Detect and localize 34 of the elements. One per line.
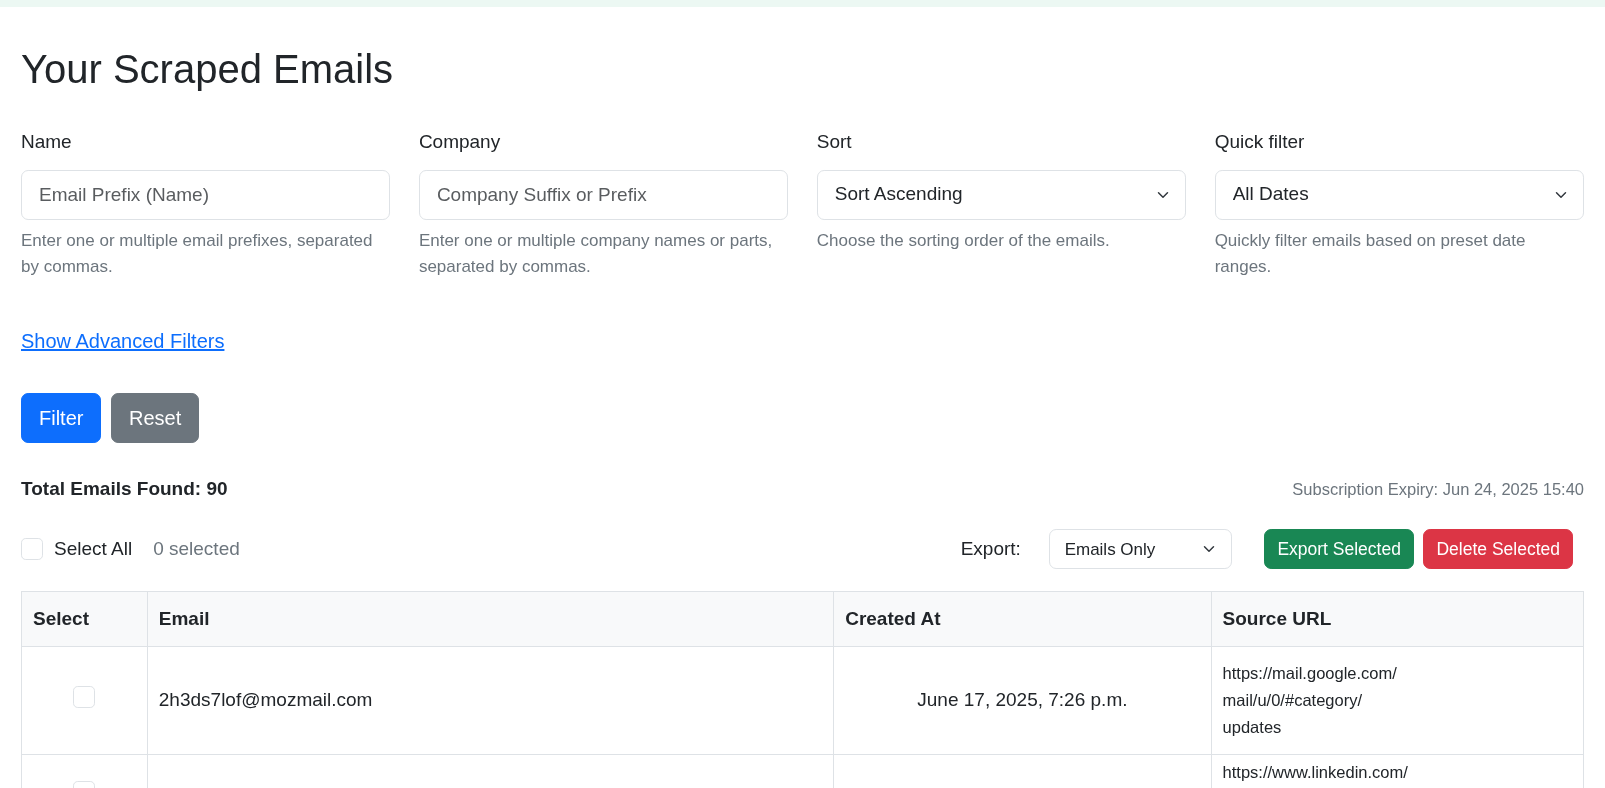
export-selected-button[interactable]: Export Selected	[1264, 529, 1414, 570]
page-title: Your Scraped Emails	[21, 46, 395, 93]
text-field[interactable]: Company Suffix or Prefix	[418, 169, 789, 220]
field-label: Name	[21, 130, 73, 154]
help-text: Choose the sorting order of the emails.	[816, 229, 1111, 252]
select-all-label: Select All	[54, 536, 133, 561]
show-advanced-filters-link[interactable]: Show Advanced Filters	[21, 330, 225, 353]
reset-button[interactable]: Reset	[110, 392, 200, 443]
help-text: Enter one or multiple company names or parts, separated by commas.	[418, 229, 774, 278]
dropdown-select[interactable]: Sort Ascending	[816, 169, 1187, 220]
delete-selected-button[interactable]: Delete Selected	[1423, 529, 1573, 570]
row-checkbox[interactable]	[73, 686, 96, 709]
text-field[interactable]: Email Prefix (Name)	[21, 169, 391, 220]
source-url: https://mail.google.com/ mail/u/0/#category/ updates	[1222, 662, 1398, 739]
export-label: Export:	[960, 536, 1021, 561]
subscription-expiry: Subscription Expiry: Jun 24, 2025 15:40	[1292, 478, 1584, 500]
column-header: Email	[147, 591, 834, 647]
total-count: Total Emails Found: 90	[21, 476, 228, 501]
column-header: Source URL	[1211, 591, 1584, 647]
column-header: Select	[21, 591, 148, 647]
email-text: 2h3ds7lof@mozmail.com	[158, 689, 373, 711]
source-url: https://www.linkedin.com/	[1222, 762, 1409, 784]
help-text: Quickly filter emails based on preset date ranges.	[1214, 229, 1527, 278]
selected-count: 0 selected	[153, 536, 240, 561]
column-header: Created At	[833, 591, 1212, 647]
filter-button[interactable]: Filter	[21, 392, 102, 443]
export-format-select[interactable]: Emails Only	[1049, 529, 1233, 570]
select-all-checkbox[interactable]	[21, 538, 43, 561]
field-label: Quick filter	[1214, 130, 1306, 154]
dropdown-select[interactable]: All Dates	[1214, 169, 1584, 220]
field-label: Company	[418, 130, 502, 154]
created-date: June 17, 2025, 7:26 p.m.	[917, 689, 1128, 711]
field-label: Sort	[816, 130, 853, 154]
help-text: Enter one or multiple email prefixes, separated by commas.	[21, 229, 374, 278]
